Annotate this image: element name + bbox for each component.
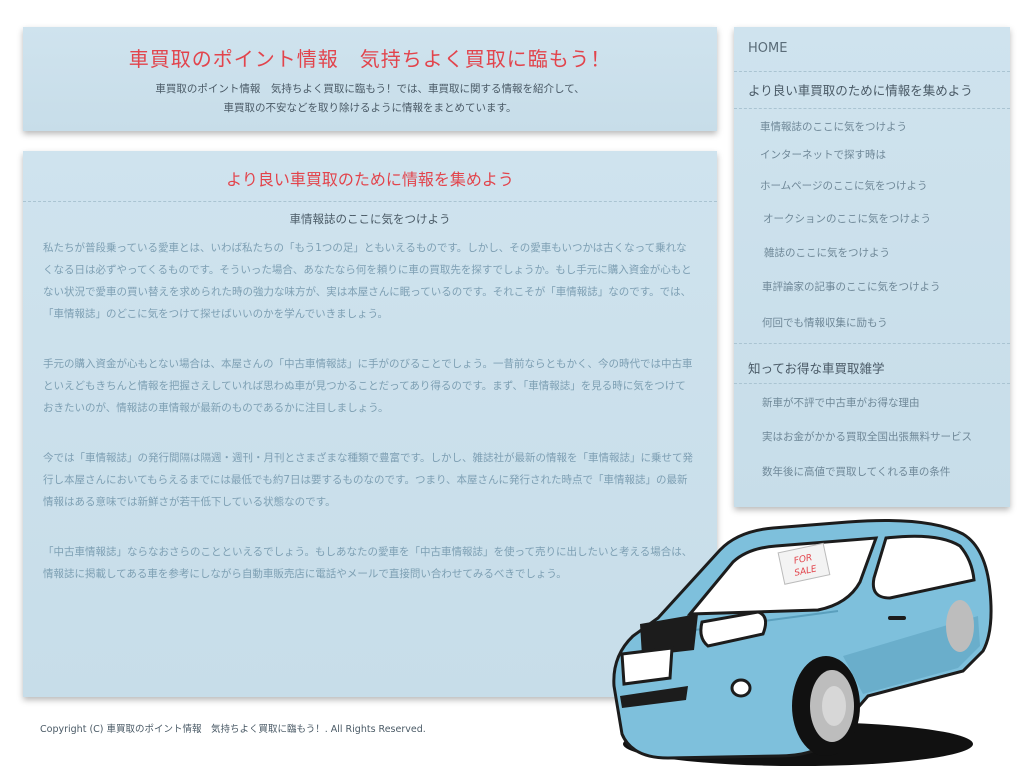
door-handle (888, 616, 906, 620)
nav-item-auction[interactable]: オークションのここに気をつけよう (763, 211, 931, 226)
site-header: 車買取のポイント情報 気持ちよく買取に臨もう！ 車買取のポイント情報 気持ちよく… (23, 27, 717, 131)
nav-item-car-magazine[interactable]: 車情報誌のここに気をつけよう (760, 119, 907, 134)
divider (734, 71, 1010, 72)
nav-item-gather-info[interactable]: 何回でも情報収集に励もう (762, 315, 888, 330)
divider (734, 343, 1010, 344)
site-title[interactable]: 車買取のポイント情報 気持ちよく買取に臨もう！ (23, 43, 717, 72)
rear-wheel-rim (946, 600, 974, 652)
nav-section-heading[interactable]: 知ってお得な車買取雑学 (748, 358, 885, 377)
nav-item-critic-articles[interactable]: 車評論家の記事のここに気をつけよう (762, 279, 941, 294)
nav-item-used-car-reason[interactable]: 新車が不評で中古車がお得な理由 (762, 395, 920, 410)
car-illustration: FOR SALE (612, 519, 993, 766)
nav-item-homepage[interactable]: ホームページのここに気をつけよう (760, 178, 927, 193)
divider (734, 108, 1010, 109)
sidebar-nav: HOME より良い車買取のために情報を集めよう 車情報誌のここに気をつけよう イ… (734, 27, 1010, 507)
article-paragraph: 手元の購入資金が心もとない場合は、本屋さんの「中古車情報誌」に手がのびることでし… (43, 358, 693, 414)
nav-item-internet[interactable]: インターネットで探す時は (760, 147, 886, 162)
site-description-line: 車買取の不安などを取り除けるように情報をまとめています。 (223, 102, 517, 114)
nav-item-magazine[interactable]: 雑誌のここに気をつけよう (764, 245, 890, 260)
nav-section-heading[interactable]: より良い車買取のために情報を集めよう (748, 80, 973, 99)
section-heading: より良い車買取のために情報を集めよう (226, 170, 514, 189)
site-description-line: 車買取のポイント情報 気持ちよく買取に臨もう！では、車買取に関する情報を紹介して… (155, 83, 585, 95)
front-wheel-hub (822, 686, 846, 726)
license-plate (620, 646, 674, 686)
site-description: 車買取のポイント情報 気持ちよく買取に臨もう！では、車買取に関する情報を紹介して… (23, 80, 717, 118)
article-paragraph: 今では「車情報誌」の発行間隔は隔週・週刊・月刊とさまざまな種類で豊富です。しかし… (43, 452, 693, 508)
article-title: 車情報誌のここに気をつけよう (289, 212, 451, 226)
article-paragraph: 「中古車情報誌」ならなおさらのことといえるでしょう。もしあなたの愛車を「中古車情… (43, 546, 693, 580)
divider (734, 383, 1010, 384)
divider (23, 201, 717, 202)
fog-light (730, 678, 752, 698)
nav-item-free-service[interactable]: 実はお金がかかる買取全国出張無料サービス (762, 429, 972, 444)
article-body: 私たちが普段乗っている愛車とは、いわば私たちの「もう1つの足」ともいえるものです… (43, 237, 693, 613)
article-paragraph: 私たちが普段乗っている愛車とは、いわば私たちの「もう1つの足」ともいえるものです… (43, 242, 692, 320)
footer-copyright: Copyright (C) 車買取のポイント情報 気持ちよく買取に臨もう！. A… (40, 724, 426, 735)
nav-item-high-value-car[interactable]: 数年後に高値で買取してくれる車の条件 (762, 464, 950, 479)
nav-home-link[interactable]: HOME (748, 41, 787, 56)
